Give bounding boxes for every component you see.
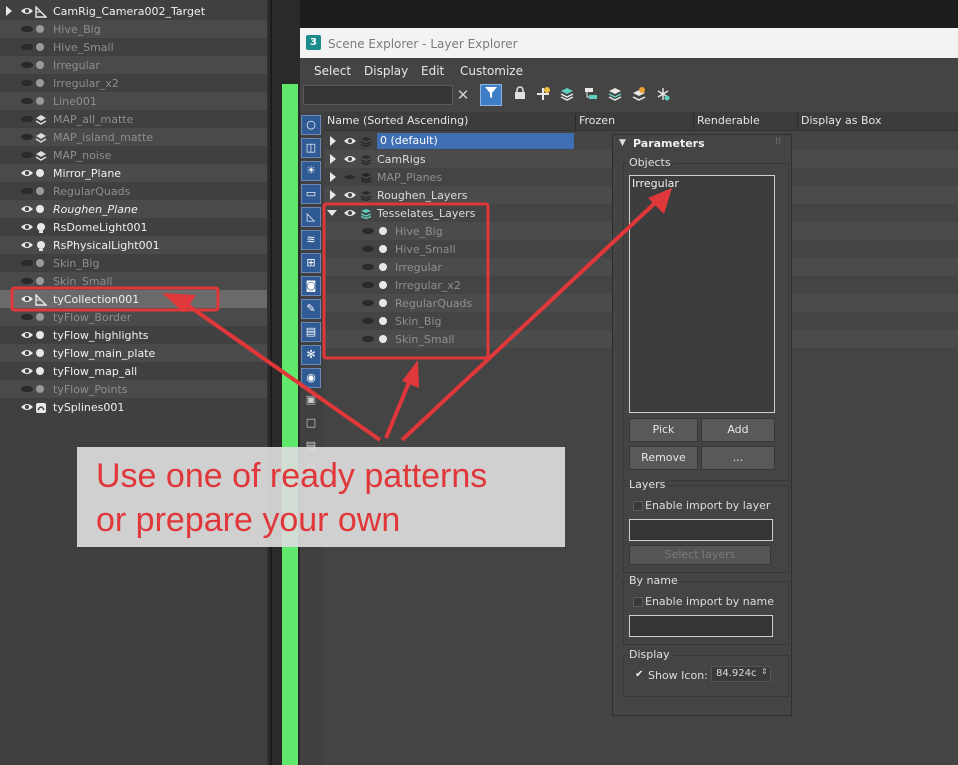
caption-line-2: or prepare your own xyxy=(96,501,401,539)
highlight-tesselates-box xyxy=(322,202,490,360)
caption-box: Use one of ready patterns or prepare you… xyxy=(77,447,565,547)
arrow-to-objects-list xyxy=(400,188,672,442)
annotation-overlay xyxy=(10,188,672,442)
caption-line-1: Use one of ready patterns xyxy=(96,457,488,495)
arrow-to-tycollection xyxy=(162,293,382,442)
